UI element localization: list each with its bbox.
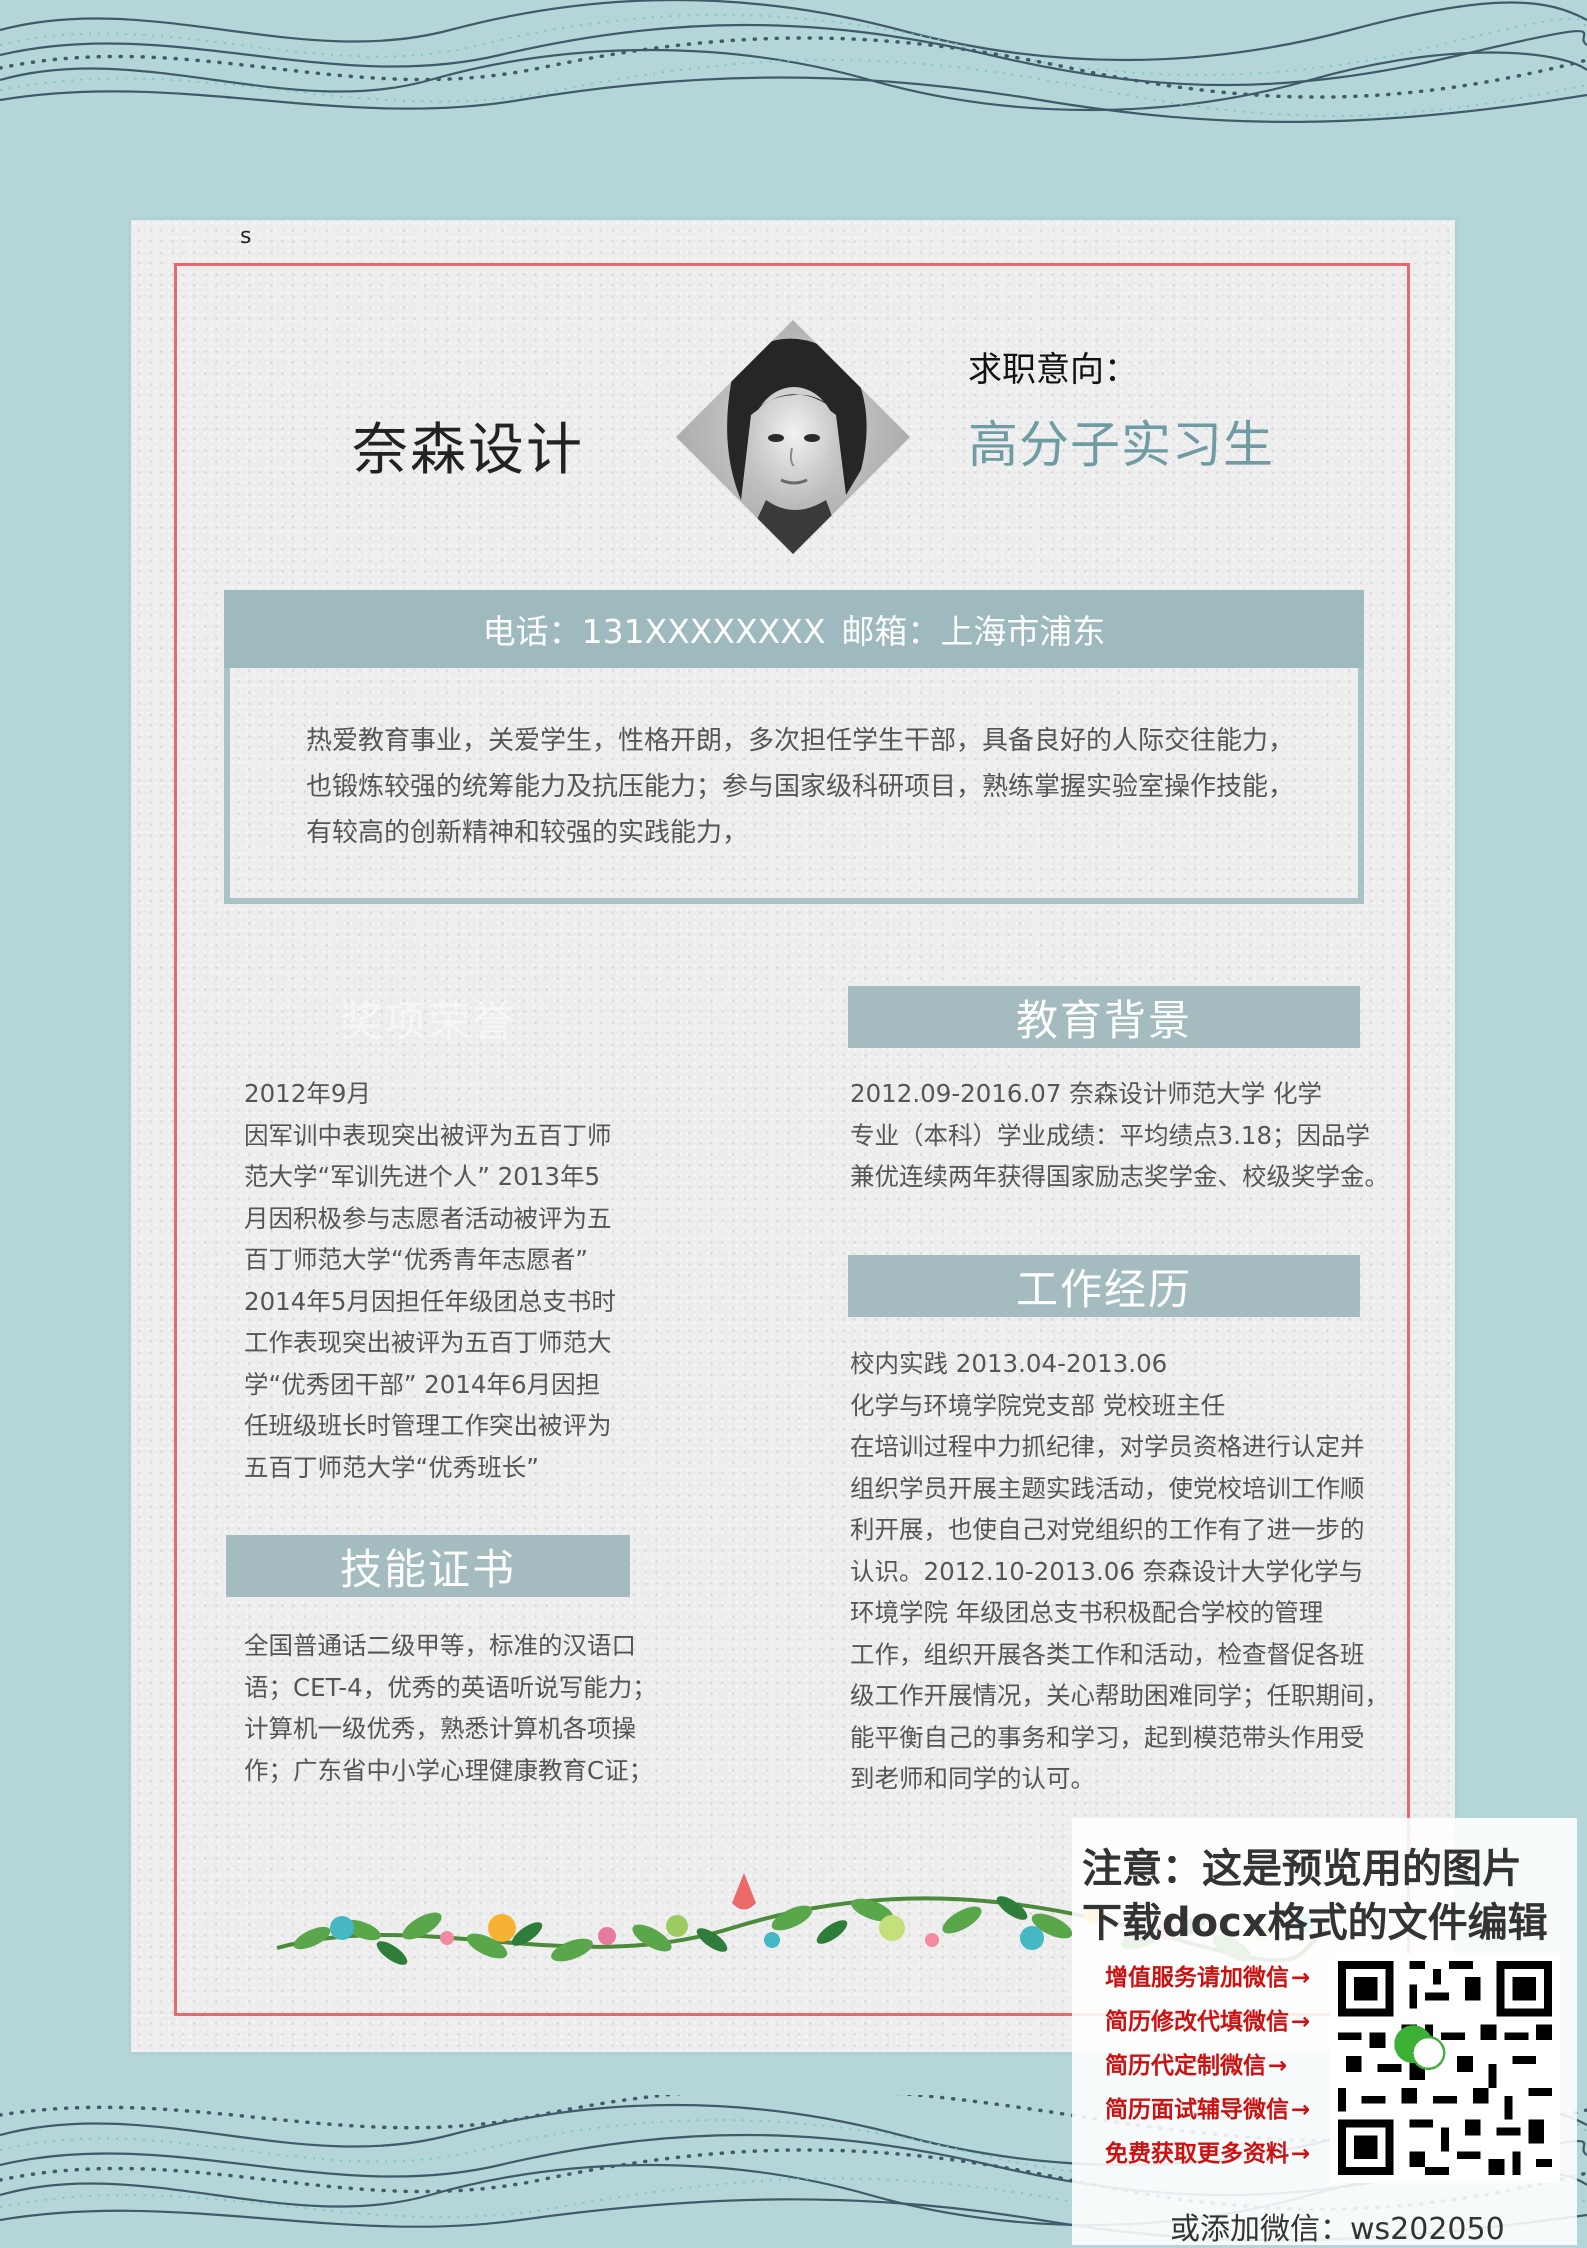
awards-text: 2012年9月 因军训中表现突出被评为五百丁师 范大学“军训先进个人” 2013… bbox=[244, 1073, 616, 1488]
service-item-label: 增值服务请加微信 bbox=[1105, 1965, 1289, 1991]
summary-line: 也锻炼较强的统筹能力及抗压能力；参与国家级科研项目，熟练掌握实验室操作技能， bbox=[306, 772, 1295, 802]
awards-line: 月因积极参与志愿者活动被评为五 bbox=[244, 1203, 612, 1233]
service-list: 增值服务请加微信→ 简历修改代填微信→ 简历代定制微信→ 简历面试辅导微信→ 免… bbox=[1105, 1956, 1310, 2176]
skills-line: 全国普通话二级甲等，标准的汉语口 bbox=[244, 1631, 636, 1660]
service-item: 增值服务请加微信→ bbox=[1105, 1956, 1310, 2000]
work-line: 在培训过程中力抓纪律，对学员资格进行认定并 bbox=[850, 1432, 1365, 1461]
job-intent-value: 高分子实习生 bbox=[968, 416, 1274, 474]
summary-line: 有较高的创新精神和较强的实践能力， bbox=[306, 818, 749, 848]
arrow-icon: → bbox=[1291, 2097, 1311, 2123]
awards-line: 五百丁师范大学“优秀班长” bbox=[244, 1452, 539, 1482]
skills-line: 计算机一级优秀，熟悉计算机各项操 bbox=[244, 1714, 636, 1743]
summary-line: 热爱教育事业，关爱学生，性格开朗，多次担任学生干部，具备良好的人际交往能力， bbox=[306, 726, 1295, 756]
work-line: 环境学院 年级团总支书积极配合学校的管理 bbox=[850, 1598, 1324, 1627]
awards-line: 范大学“军训先进个人” 2013年5 bbox=[244, 1162, 601, 1191]
education-text: 2012.09-2016.07 奈森设计师范大学 化学 专业（本科）学业成绩：平… bbox=[850, 1073, 1389, 1198]
education-line: 兼优连续两年获得国家励志奖学金、校级奖学金。 bbox=[850, 1162, 1389, 1191]
work-line: 认识。2012.10-2013.06 奈森设计大学化学与 bbox=[850, 1556, 1364, 1586]
work-line: 组织学员开展主题实践活动，使党校培训工作顺 bbox=[850, 1473, 1365, 1503]
work-line: 化学与环境学院党支部 党校班主任 bbox=[850, 1390, 1226, 1420]
service-item-label: 简历修改代填微信 bbox=[1105, 2009, 1289, 2035]
awards-line: 任班级班长时管理工作突出被评为 bbox=[244, 1411, 612, 1440]
work-line: 到老师和同学的认可。 bbox=[850, 1764, 1095, 1793]
work-line: 工作，组织开展各类工作和活动，检查督促各班 bbox=[850, 1639, 1365, 1669]
awards-heading: 奖项荣誉 bbox=[339, 996, 516, 1046]
notice-line-1: 注意：这是预览用的图片 bbox=[1082, 1846, 1522, 1892]
arrow-icon: → bbox=[1291, 2141, 1311, 2167]
email-text: 邮箱：上海市浦东 bbox=[841, 612, 1106, 651]
awards-line: 百丁师范大学“优秀青年志愿者” bbox=[244, 1245, 588, 1274]
self-summary-box: 热爱教育事业，关爱学生，性格开朗，多次担任学生干部，具备良好的人际交往能力， 也… bbox=[224, 668, 1364, 904]
arrow-icon: → bbox=[1268, 2053, 1288, 2079]
work-line: 利开展，也使自己对党组织的工作有了进一步的 bbox=[850, 1515, 1365, 1544]
arrow-icon: → bbox=[1291, 2009, 1311, 2035]
skills-text: 全国普通话二级甲等，标准的汉语口 语；CET-4，优秀的英语听说写能力； 计算机… bbox=[244, 1625, 657, 1791]
candidate-name: 奈森设计 bbox=[352, 418, 584, 483]
awards-line: 学“优秀团干部” 2014年6月因担 bbox=[244, 1369, 601, 1399]
awards-line: 因军训中表现突出被评为五百丁师 bbox=[244, 1120, 612, 1150]
job-intent-label: 求职意向： bbox=[968, 350, 1138, 390]
skills-line: 作；广东省中小学心理健康教育C证； bbox=[244, 1755, 654, 1785]
service-item: 简历修改代填微信→ bbox=[1105, 2000, 1310, 2044]
work-line: 级工作开展情况，关心帮助困难同学；任职期间， bbox=[850, 1681, 1389, 1710]
top-wave-decoration bbox=[0, 0, 1587, 123]
awards-line: 2012年9月 bbox=[244, 1079, 371, 1108]
service-item-label: 简历代定制微信 bbox=[1105, 2053, 1266, 2079]
service-item: 简历面试辅导微信→ bbox=[1105, 2088, 1310, 2132]
awards-line: 工作表现突出被评为五百丁师范大 bbox=[244, 1328, 612, 1357]
qr-code-icon bbox=[1330, 1953, 1560, 2183]
contact-bar: 电话：131XXXXXXXX 邮箱：上海市浦东 bbox=[224, 590, 1364, 668]
work-heading: 工作经历 bbox=[848, 1255, 1360, 1317]
service-item: 免费获取更多资料→ bbox=[1105, 2132, 1310, 2176]
arrow-icon: → bbox=[1291, 1965, 1311, 1991]
notice-line-2: 下载docx格式的文件编辑 bbox=[1082, 1900, 1548, 1946]
skills-line: 语；CET-4，优秀的英语听说写能力； bbox=[244, 1672, 657, 1702]
skills-heading: 技能证书 bbox=[226, 1535, 630, 1597]
service-item-label: 免费获取更多资料 bbox=[1105, 2141, 1289, 2167]
work-line: 能平衡自己的事务和学习，起到模范带头作用受 bbox=[850, 1722, 1365, 1752]
service-item-label: 简历面试辅导微信 bbox=[1105, 2097, 1289, 2123]
education-line: 2012.09-2016.07 奈森设计师范大学 化学 bbox=[850, 1079, 1323, 1108]
phone-text: 电话：131XXXXXXXX bbox=[482, 612, 826, 651]
work-line: 校内实践 2013.04-2013.06 bbox=[850, 1349, 1168, 1378]
awards-line: 2014年5月因担任年级团总支书时 bbox=[244, 1286, 616, 1316]
preview-notice-panel: 注意：这是预览用的图片 下载docx格式的文件编辑 增值服务请加微信→ 简历修改… bbox=[1072, 1818, 1577, 2247]
corner-mark: s bbox=[240, 224, 252, 249]
work-text: 校内实践 2013.04-2013.06 化学与环境学院党支部 党校班主任 在培… bbox=[850, 1343, 1389, 1800]
wechat-id-line: 或添加微信：ws202050 bbox=[1170, 2212, 1505, 2247]
education-heading: 教育背景 bbox=[848, 986, 1360, 1048]
education-line: 专业（本科）学业成绩：平均绩点3.18；因品学 bbox=[850, 1120, 1371, 1150]
service-item: 简历代定制微信→ bbox=[1105, 2044, 1310, 2088]
